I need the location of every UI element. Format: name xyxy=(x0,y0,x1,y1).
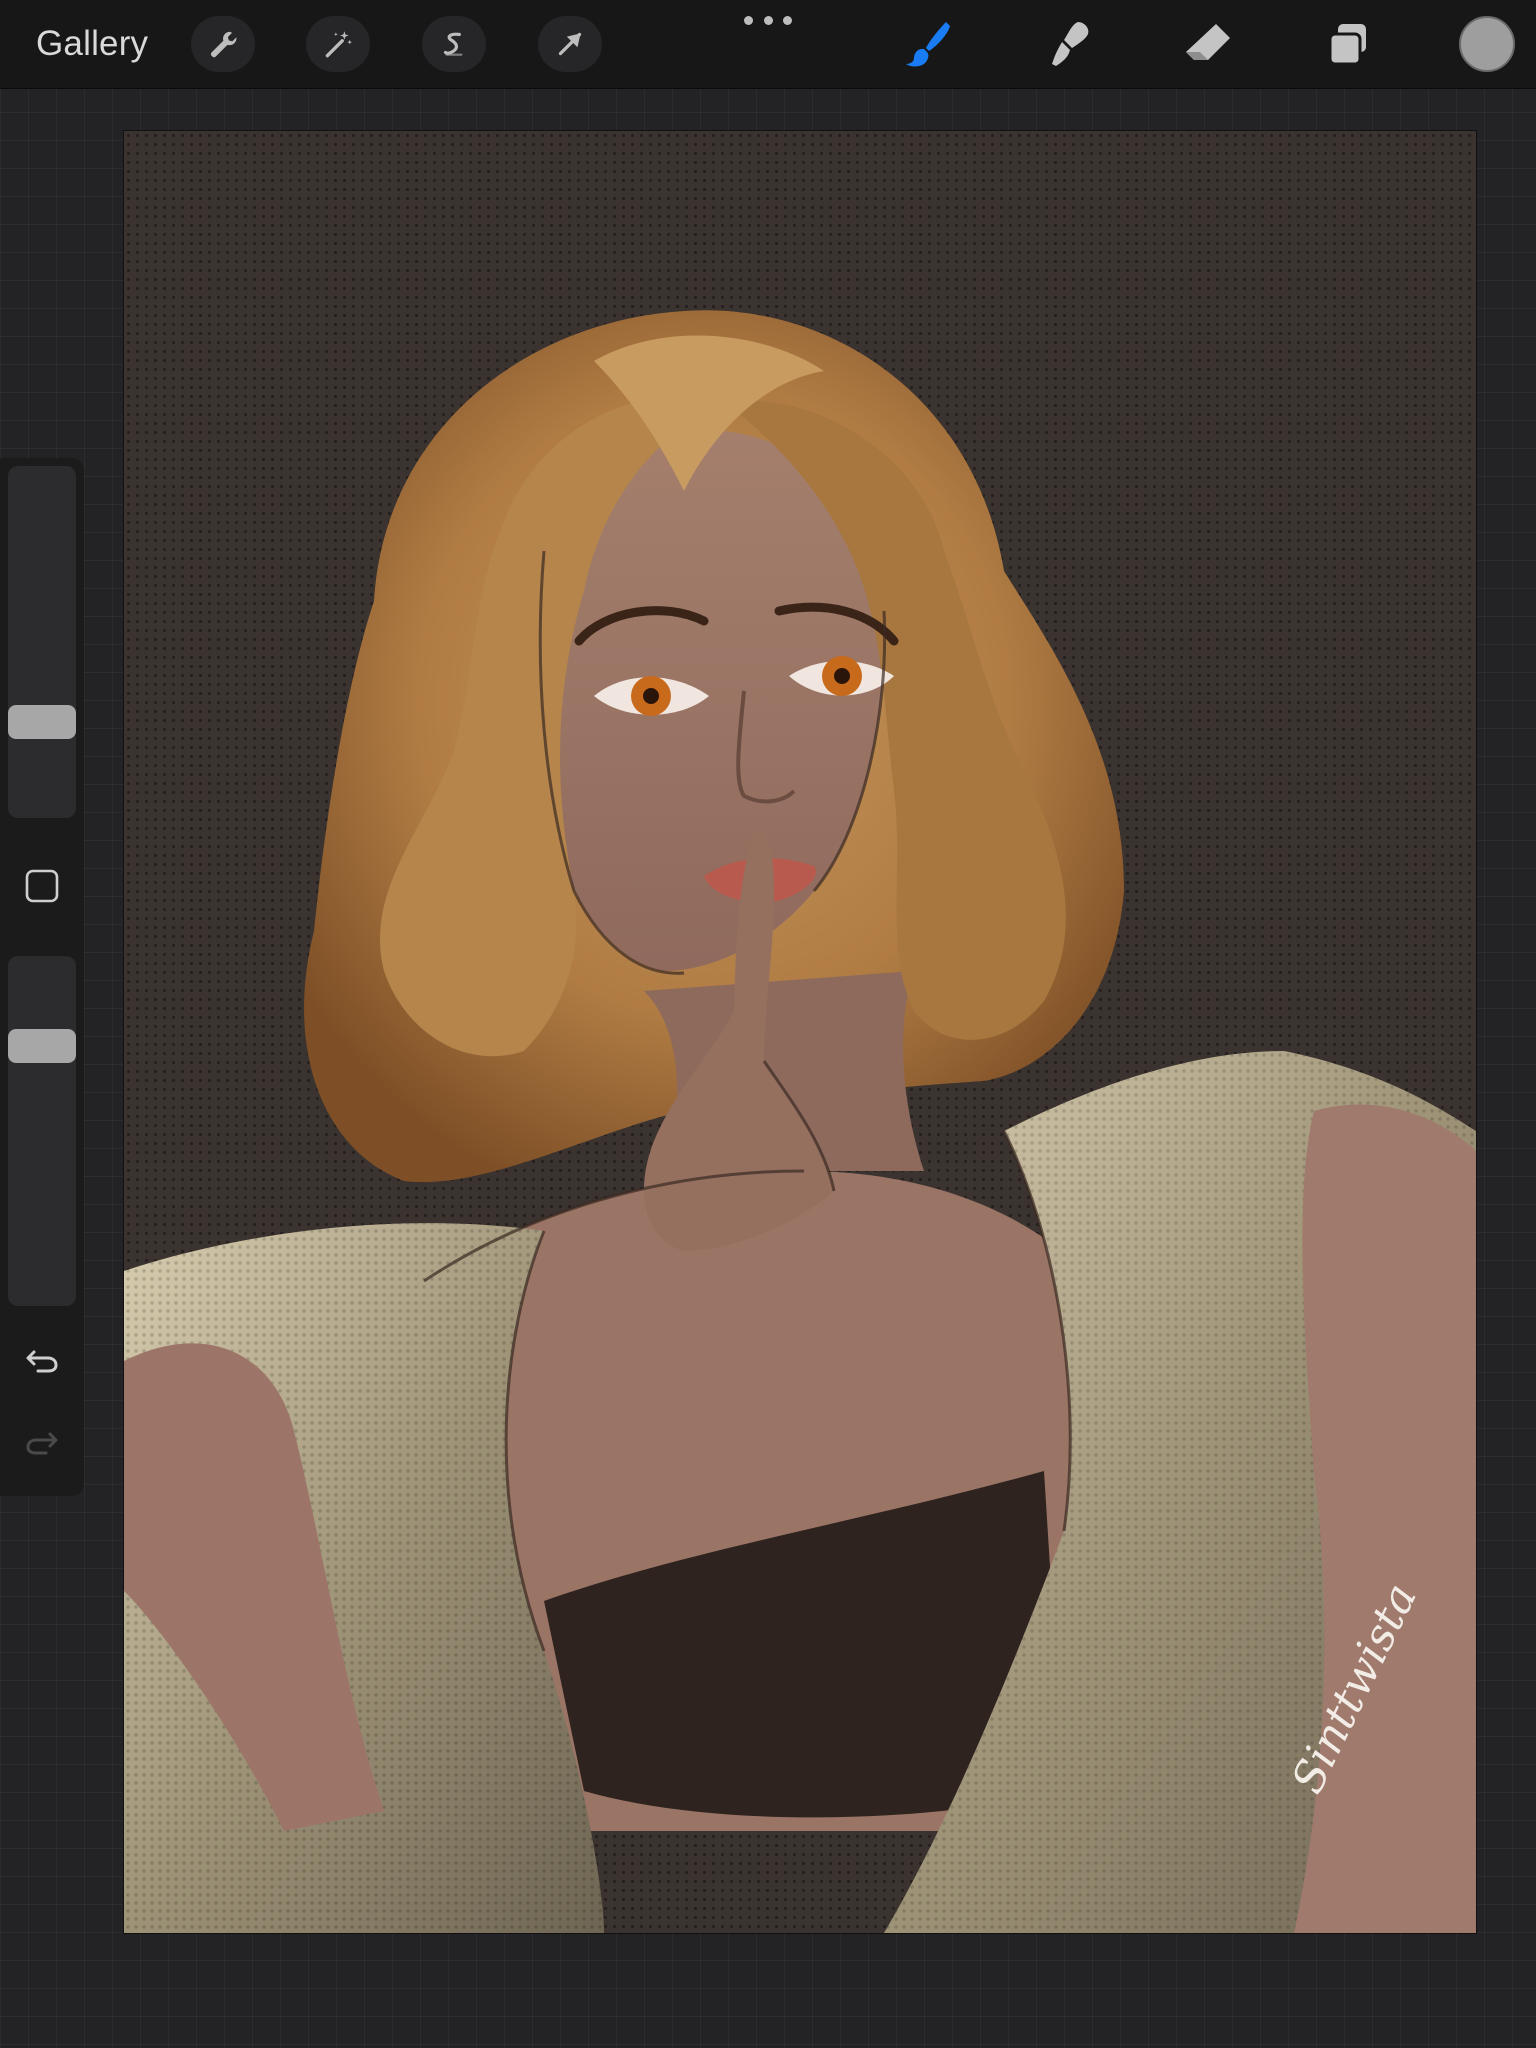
more-options-icon[interactable] xyxy=(744,10,792,30)
brush-opacity-thumb[interactable] xyxy=(8,1028,76,1063)
procreate-app: Gallery Sinttwista xyxy=(0,0,1536,2048)
undo-button[interactable] xyxy=(20,1338,64,1382)
redo-icon xyxy=(26,1432,58,1455)
selection-button[interactable] xyxy=(422,16,486,72)
layers-icon xyxy=(1328,24,1366,66)
eraser-icon xyxy=(1186,24,1230,60)
dot xyxy=(783,15,792,25)
smudge-button[interactable] xyxy=(1038,14,1098,74)
magic-wand-icon xyxy=(325,31,353,58)
arrow-cursor-icon xyxy=(558,32,582,56)
drawing-canvas[interactable]: Sinttwista xyxy=(124,131,1476,1933)
color-picker-swatch[interactable] xyxy=(1459,16,1515,72)
modify-button[interactable] xyxy=(24,868,60,904)
gallery-button[interactable]: Gallery xyxy=(36,20,148,68)
layers-button[interactable] xyxy=(1318,14,1378,74)
dot xyxy=(744,15,753,25)
right-arm xyxy=(1294,1104,1476,1933)
modify-square-icon xyxy=(25,869,59,903)
redo-button[interactable] xyxy=(20,1420,64,1464)
brush-size-thumb[interactable] xyxy=(8,704,76,739)
wrench-icon xyxy=(210,31,237,58)
dot xyxy=(763,15,773,25)
transform-button[interactable] xyxy=(538,16,602,72)
actions-button[interactable] xyxy=(191,16,255,72)
top-toolbar: Gallery xyxy=(0,0,1536,89)
brush-icon xyxy=(906,22,950,67)
undo-icon xyxy=(26,1350,58,1373)
eraser-button[interactable] xyxy=(1178,14,1238,74)
adjustments-button[interactable] xyxy=(306,16,370,72)
selection-icon xyxy=(443,32,463,56)
paint-brush-button[interactable] xyxy=(898,14,958,74)
portrait-artwork xyxy=(124,310,1476,1933)
brush-size-slider[interactable] xyxy=(8,466,76,818)
left-sidebar xyxy=(0,458,84,1496)
smudge-icon xyxy=(1052,22,1089,66)
brush-opacity-slider[interactable] xyxy=(8,956,76,1306)
